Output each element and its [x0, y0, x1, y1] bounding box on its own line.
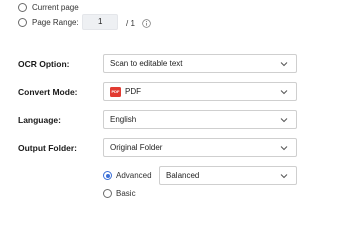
- page-range-total: / 1: [126, 19, 135, 28]
- language-label: Language:: [18, 115, 61, 125]
- radio-basic[interactable]: [103, 189, 112, 198]
- output-folder-dropdown[interactable]: Original Folder: [103, 138, 297, 157]
- radio-page-range[interactable]: [18, 18, 27, 27]
- info-circle-icon[interactable]: [142, 19, 151, 28]
- chevron-down-icon: [280, 90, 288, 95]
- convert-mode-label: Convert Mode:: [18, 87, 78, 97]
- basic-label: Basic: [116, 189, 136, 198]
- ocr-option-value: Scan to editable text: [110, 59, 183, 68]
- chevron-down-icon: [280, 118, 288, 123]
- convert-mode-dropdown[interactable]: PDF PDF: [103, 82, 297, 101]
- page-range-value: 1: [98, 17, 103, 26]
- advanced-level-value: Balanced: [166, 171, 200, 180]
- output-folder-label: Output Folder:: [18, 143, 78, 153]
- ocr-option-label: OCR Option:: [18, 59, 70, 69]
- output-folder-value: Original Folder: [110, 143, 163, 152]
- advanced-label: Advanced: [116, 171, 152, 180]
- chevron-down-icon: [280, 174, 288, 179]
- chevron-down-icon: [280, 62, 288, 67]
- radio-advanced[interactable]: [103, 171, 112, 180]
- page-range-input[interactable]: 1: [82, 14, 118, 30]
- radio-current-page[interactable]: [18, 3, 27, 12]
- ocr-option-dropdown[interactable]: Scan to editable text: [103, 54, 297, 73]
- language-dropdown[interactable]: English: [103, 110, 297, 129]
- pdf-file-icon: PDF: [110, 87, 121, 97]
- convert-mode-value: PDF: [125, 87, 141, 96]
- advanced-level-dropdown[interactable]: Balanced: [159, 166, 297, 185]
- current-page-label: Current page: [32, 3, 79, 12]
- language-value: English: [110, 115, 137, 124]
- page-range-label: Page Range:: [32, 18, 79, 27]
- chevron-down-icon: [280, 146, 288, 151]
